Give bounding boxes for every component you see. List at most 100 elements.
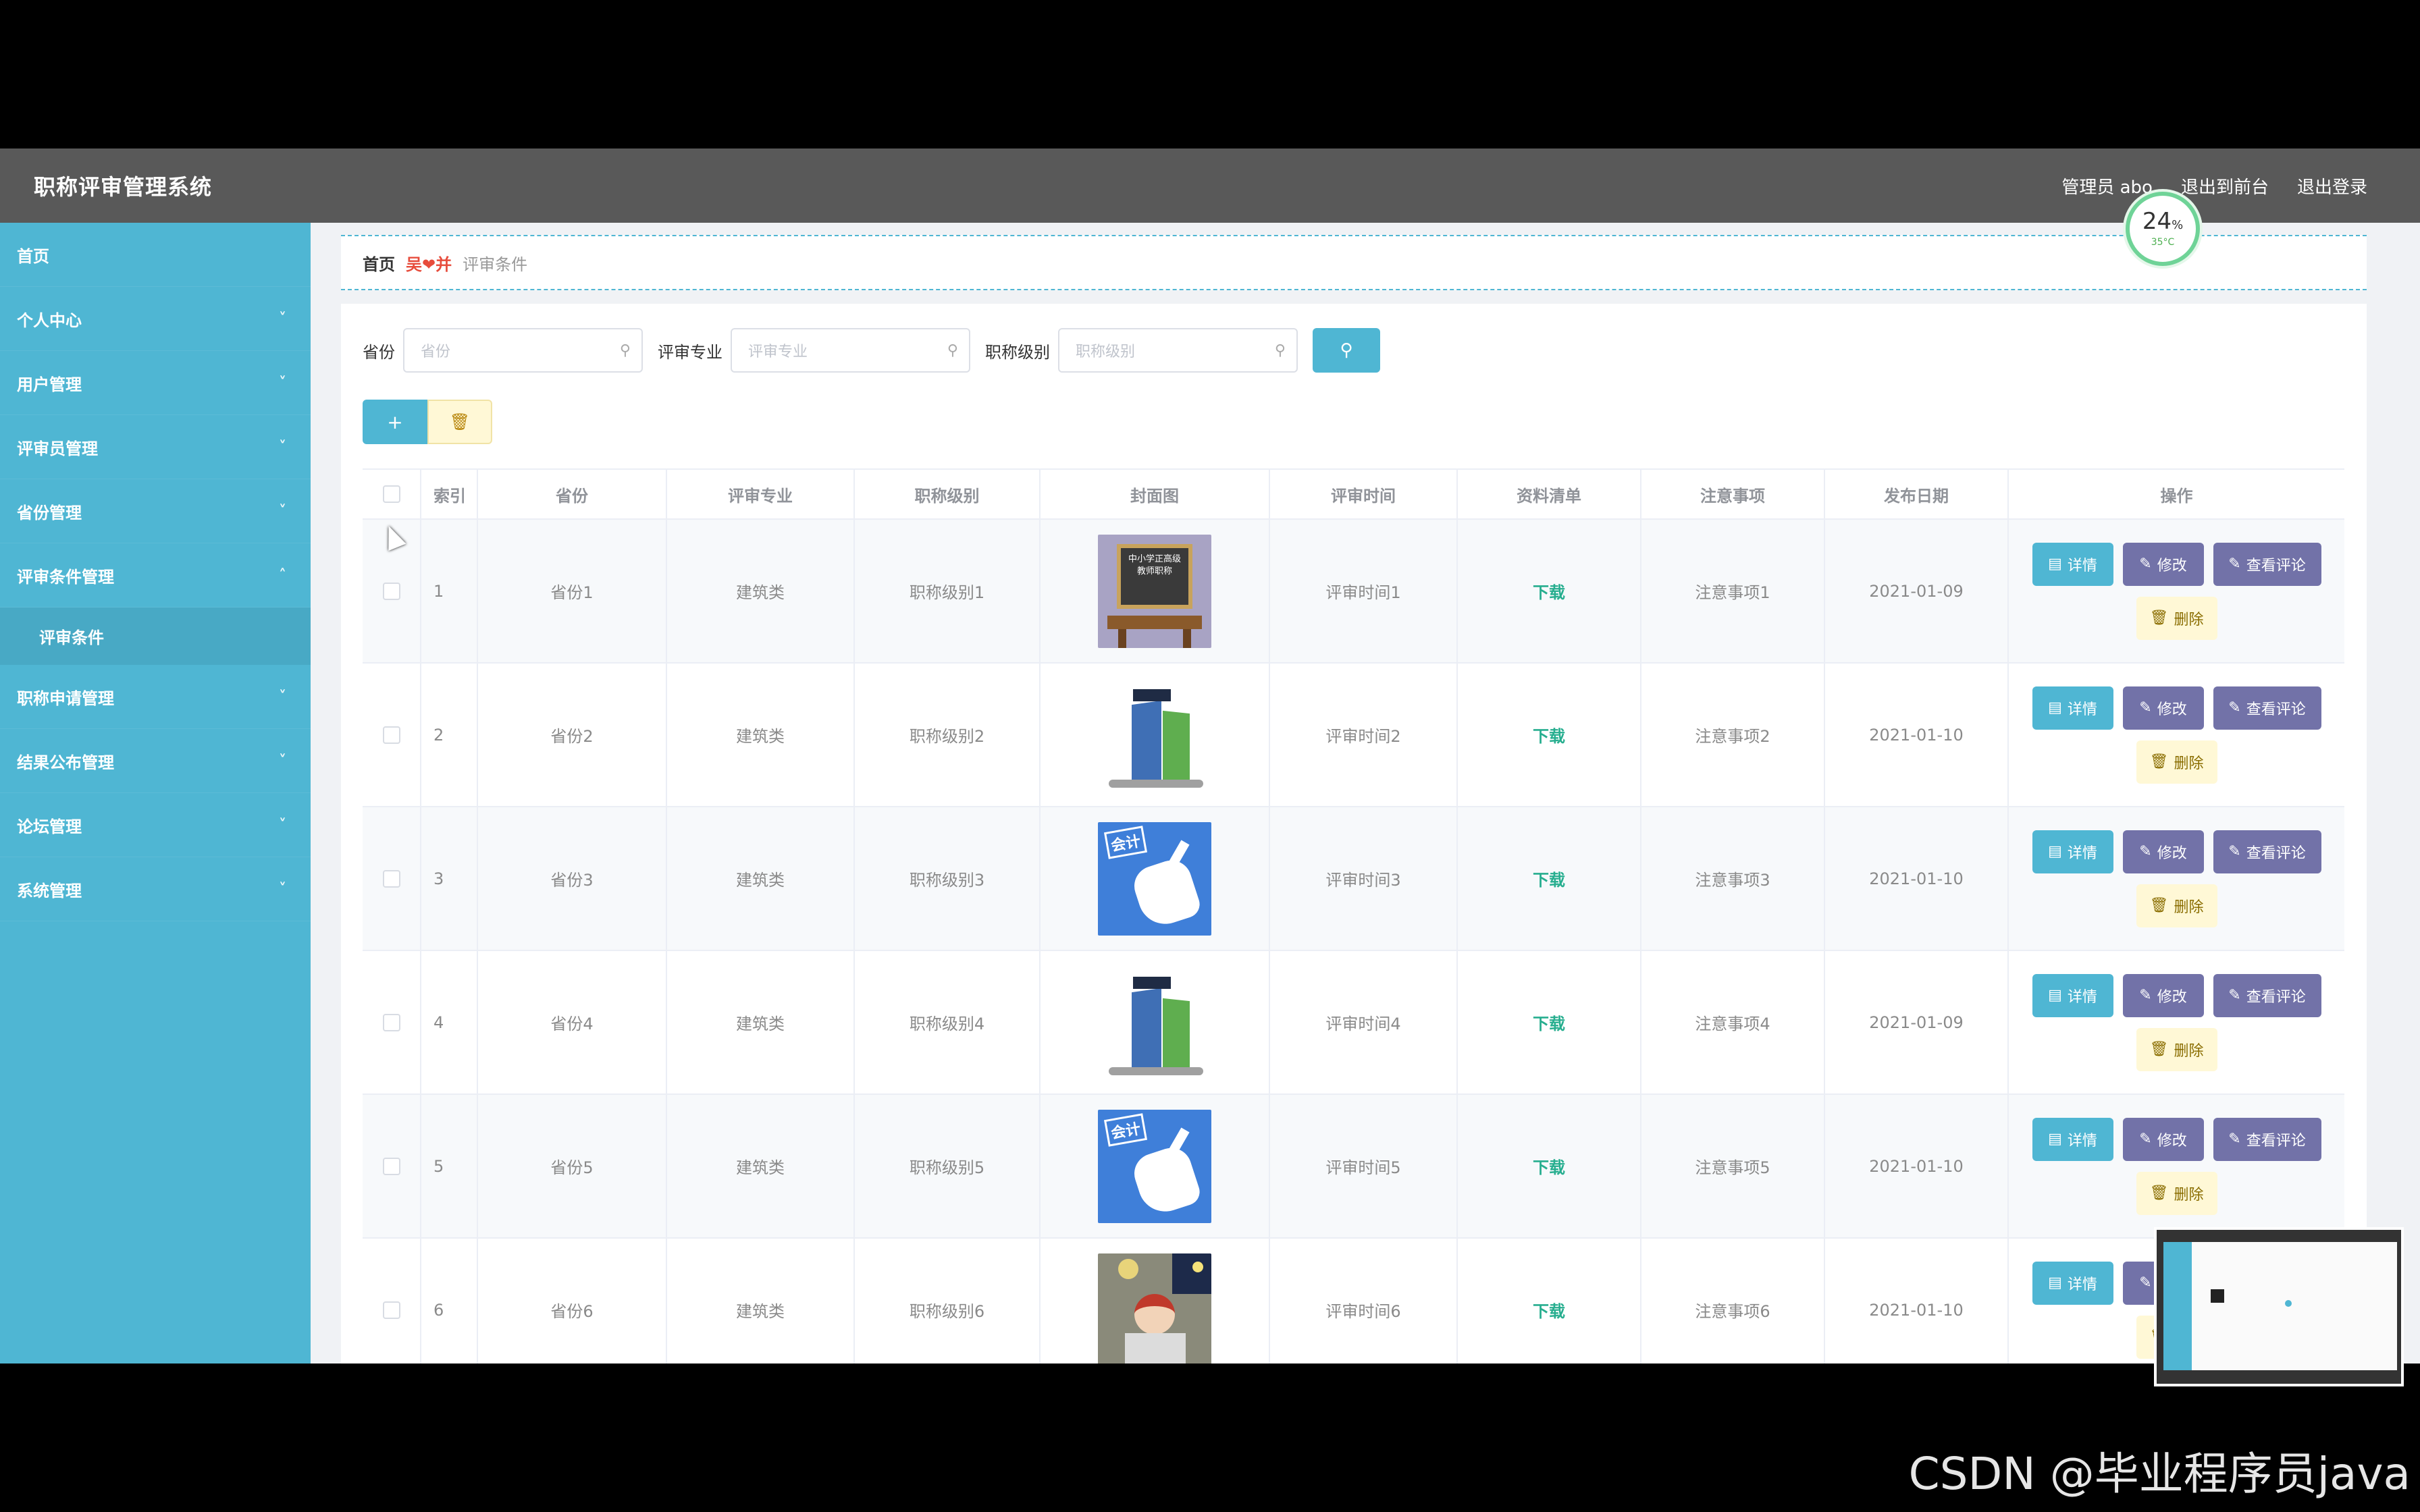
detail-label: 详情 <box>2067 844 2097 862</box>
row-check-cell <box>363 1095 421 1237</box>
app-title: 职称评审管理系统 <box>34 174 213 200</box>
detail-label: 详情 <box>2067 1276 2097 1293</box>
row-date: 2021-01-09 <box>1825 951 2009 1094</box>
row-checkbox[interactable] <box>382 726 400 744</box>
view-comments-button[interactable]: ✎ 查看评论 <box>2213 973 2321 1017</box>
watermark-text: CSDN @毕业程序员java <box>1908 1448 2411 1500</box>
select-all-checkbox[interactable] <box>382 485 400 503</box>
download-link[interactable]: 下载 <box>1533 1298 1565 1322</box>
add-button[interactable]: + <box>363 400 427 444</box>
row-doc-cell: 下载 <box>1458 664 1641 806</box>
batch-delete-button[interactable]: 🗑 <box>427 400 492 444</box>
edit-button[interactable]: ✎ 修改 <box>2122 542 2204 586</box>
row-notes: 注意事项2 <box>1641 664 1825 806</box>
detail-button[interactable]: ▤ 详情 <box>2032 686 2113 730</box>
spec-search-input[interactable]: 评审专业 ⚲ <box>731 328 970 373</box>
edit-label: 修改 <box>2157 844 2187 862</box>
sidebar-item-province-management[interactable]: 省份管理 ˅ <box>0 479 311 543</box>
pencil-icon: ✎ <box>2228 556 2241 572</box>
row-checkbox[interactable] <box>382 869 400 888</box>
review-label: 查看评论 <box>2246 1132 2306 1150</box>
delete-button[interactable]: 🗑 删除 <box>2136 596 2217 640</box>
view-comments-button[interactable]: ✎ 查看评论 <box>2213 1117 2321 1161</box>
sidebar-item-personal-center[interactable]: 个人中心 ˅ <box>0 287 311 351</box>
sidebar-item-user-management[interactable]: 用户管理 ˅ <box>0 351 311 415</box>
view-comments-button[interactable]: ✎ 查看评论 <box>2213 830 2321 873</box>
doc-icon: ▤ <box>2048 987 2062 1004</box>
sidebar-item-review-conditions-management[interactable]: 评审条件管理 ˄ <box>0 543 311 608</box>
province-search-input[interactable]: 省份 ⚲ <box>403 328 643 373</box>
download-link[interactable]: 下载 <box>1533 723 1565 747</box>
detail-button[interactable]: ▤ 详情 <box>2032 830 2113 873</box>
sidebar-item-reviewer-management[interactable]: 评审员管理 ˅ <box>0 415 311 479</box>
cover-image-graduate[interactable] <box>1098 678 1211 792</box>
level-search-input[interactable]: 职称级别 ⚲ <box>1058 328 1298 373</box>
row-checkbox[interactable] <box>382 582 400 600</box>
row-cover <box>1041 664 1270 806</box>
row-review-time: 评审时间4 <box>1270 951 1458 1094</box>
sidebar-item-label: 评审员管理 <box>17 439 98 458</box>
download-link[interactable]: 下载 <box>1533 579 1565 603</box>
screen-preview-thumbnail[interactable] <box>2154 1227 2404 1386</box>
row-level: 职称级别3 <box>855 807 1041 950</box>
row-checkbox[interactable] <box>382 1301 400 1319</box>
sidebar-item-system-management[interactable]: 系统管理 ˅ <box>0 857 311 921</box>
cover-image-student[interactable] <box>1098 1253 1211 1364</box>
review-label: 查看评论 <box>2246 844 2306 862</box>
header-doc-list: 资料清单 <box>1458 470 1641 518</box>
detail-button[interactable]: ▤ 详情 <box>2032 973 2113 1017</box>
cover-image-chalkboard[interactable]: 中小学正高级教师职称 <box>1098 534 1211 648</box>
row-checkbox[interactable] <box>382 1157 400 1175</box>
chevron-down-icon: ˅ <box>279 816 286 834</box>
edit-button[interactable]: ✎ 修改 <box>2122 973 2204 1017</box>
sidebar-item-home[interactable]: 首页 <box>0 223 311 287</box>
sidebar-item-forum-management[interactable]: 论坛管理 ˅ <box>0 793 311 857</box>
header-select-all[interactable] <box>363 470 421 518</box>
gauge-temperature: 35°C <box>2151 237 2175 248</box>
row-review-time: 评审时间1 <box>1270 520 1458 662</box>
delete-button[interactable]: 🗑 删除 <box>2136 1171 2217 1215</box>
row-operations: ▤ 详情 ✎ 修改 ✎ 查看评论 🗑 删除 <box>2009 520 2344 662</box>
detail-button[interactable]: ▤ 详情 <box>2032 1117 2113 1161</box>
doc-icon: ▤ <box>2048 556 2062 572</box>
row-checkbox[interactable] <box>382 1013 400 1031</box>
edit-button[interactable]: ✎ 修改 <box>2122 1117 2204 1161</box>
detail-button[interactable]: ▤ 详情 <box>2032 542 2113 586</box>
download-link[interactable]: 下载 <box>1533 1154 1565 1178</box>
sidebar-subitem-review-conditions[interactable]: 评审条件 <box>0 608 311 665</box>
table-row: 4 省份4 建筑类 职称级别4 评审时间4 下载 注意事项4 2021-01-0… <box>363 951 2344 1095</box>
detail-button[interactable]: ▤ 详情 <box>2032 1261 2113 1305</box>
cover-image-graduate[interactable] <box>1098 965 1211 1079</box>
download-link[interactable]: 下载 <box>1533 867 1565 890</box>
breadcrumb-home[interactable]: 首页 <box>363 251 395 275</box>
search-button[interactable]: ⚲ <box>1313 328 1380 373</box>
detail-label: 详情 <box>2067 1132 2097 1150</box>
table-row: 1 省份1 建筑类 职称级别1 中小学正高级教师职称 评审时间1 下载 注意事项… <box>363 520 2344 664</box>
row-check-cell <box>363 807 421 950</box>
row-check-cell <box>363 951 421 1094</box>
row-doc-cell: 下载 <box>1458 1095 1641 1237</box>
ops-group: ▤ 详情 ✎ 修改 ✎ 查看评论 🗑 删除 <box>2032 542 2321 640</box>
performance-gauge[interactable]: 24% 35°C <box>2126 192 2200 266</box>
pencil-icon: ✎ <box>2228 987 2241 1004</box>
delete-button[interactable]: 🗑 删除 <box>2136 1027 2217 1071</box>
view-comments-button[interactable]: ✎ 查看评论 <box>2213 542 2321 586</box>
exit-to-front-link[interactable]: 退出到前台 <box>2181 173 2269 198</box>
cover-image-accounting[interactable]: 会计 <box>1098 821 1211 936</box>
row-province: 省份6 <box>478 1239 667 1364</box>
cover-image-accounting[interactable]: 会计 <box>1098 1109 1211 1223</box>
sidebar-item-results-management[interactable]: 结果公布管理 ˅ <box>0 729 311 793</box>
edit-button[interactable]: ✎ 修改 <box>2122 830 2204 873</box>
search-form: 省份 省份 ⚲ 评审专业 评审专业 ⚲ 职称级别 职称级别 ⚲ ⚲ <box>363 328 2345 373</box>
preview-inner <box>2163 1242 2397 1370</box>
edit-button[interactable]: ✎ 修改 <box>2122 686 2204 730</box>
sidebar-item-label: 论坛管理 <box>17 817 82 836</box>
delete-button[interactable]: 🗑 删除 <box>2136 884 2217 927</box>
logout-link[interactable]: 退出登录 <box>2297 173 2367 198</box>
view-comments-button[interactable]: ✎ 查看评论 <box>2213 686 2321 730</box>
row-province: 省份2 <box>478 664 667 806</box>
download-link[interactable]: 下载 <box>1533 1010 1565 1034</box>
sidebar-item-title-application-management[interactable]: 职称申请管理 ˅ <box>0 665 311 729</box>
ops-group: ▤ 详情 ✎ 修改 ✎ 查看评论 🗑 删除 <box>2032 973 2321 1071</box>
delete-button[interactable]: 🗑 删除 <box>2136 740 2217 784</box>
